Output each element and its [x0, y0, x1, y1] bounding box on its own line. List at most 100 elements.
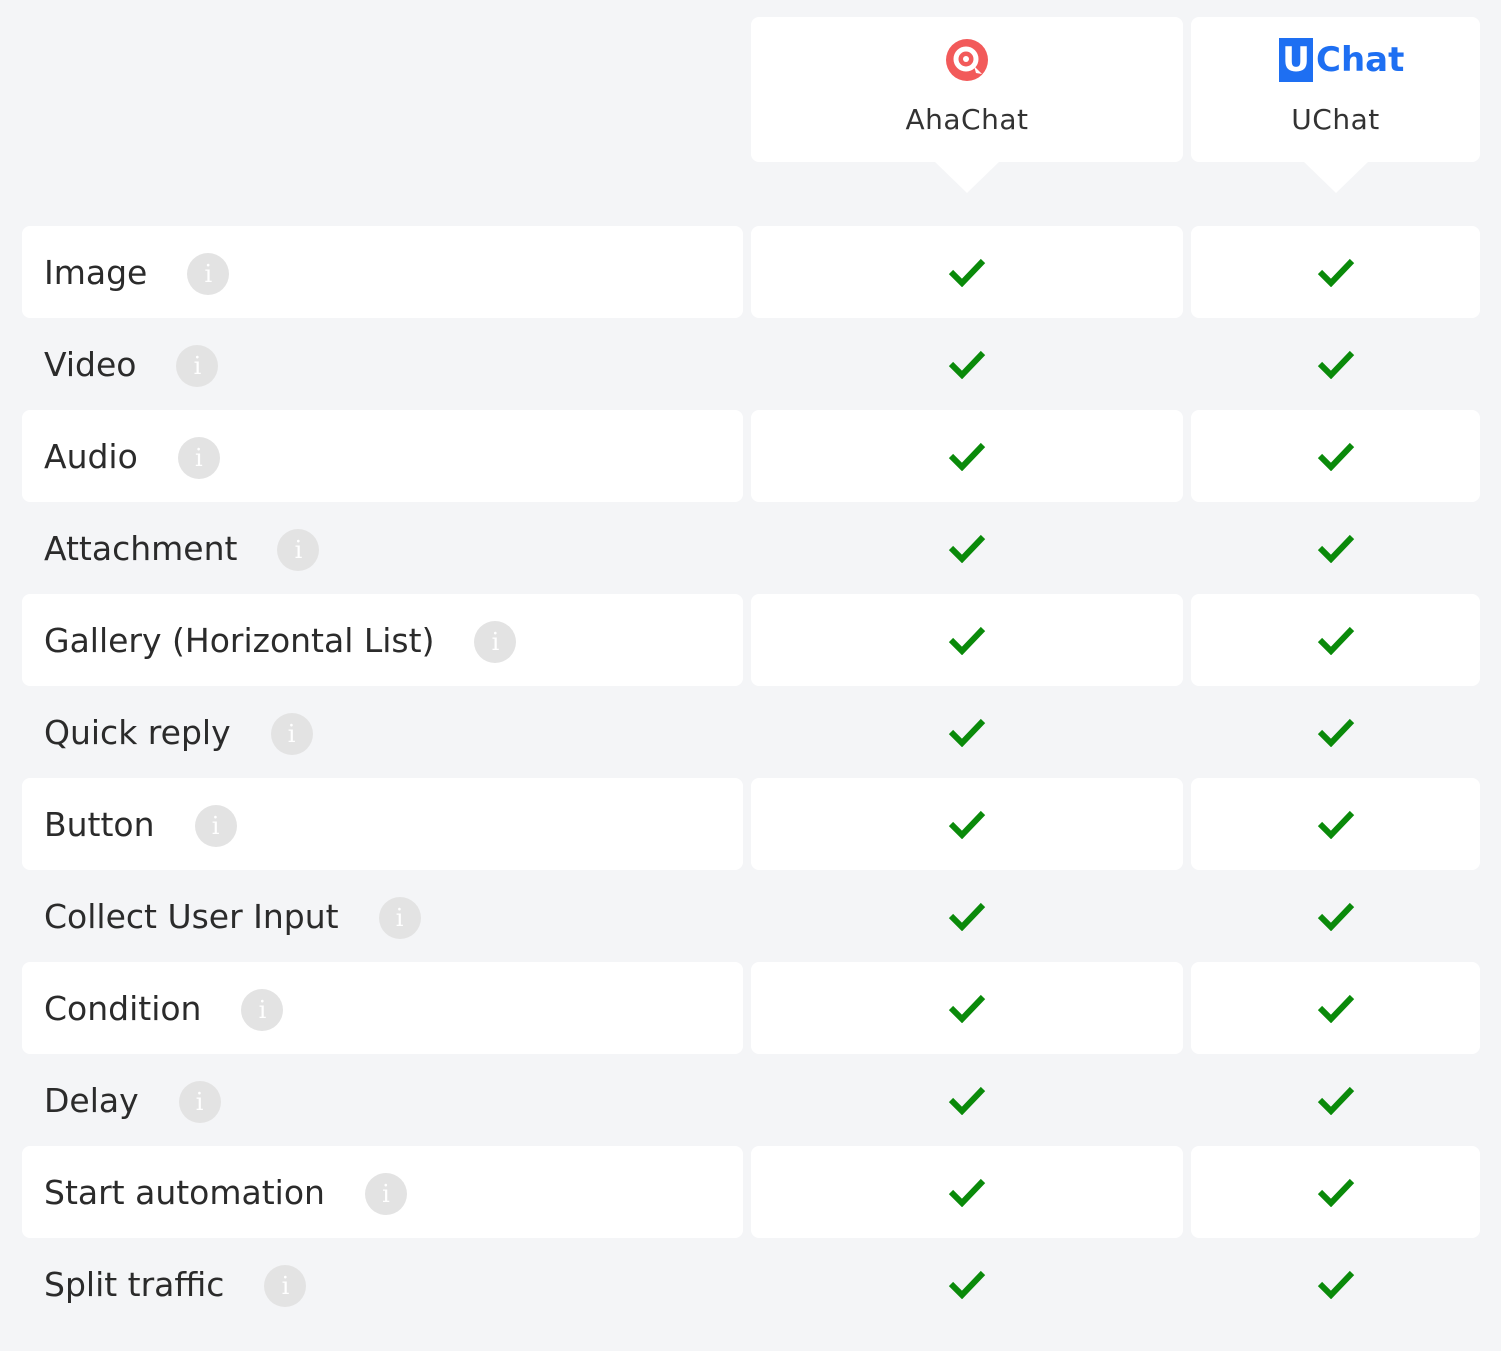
check-icon [948, 902, 986, 931]
check-icon [948, 1270, 986, 1299]
feature-label: Quick reply [44, 712, 231, 752]
table-row: Audio i [0, 410, 1501, 502]
feature-label-cell: Split traffic i [22, 1238, 743, 1330]
feature-label: Collect User Input [44, 896, 339, 936]
product-name-ahachat: AhaChat [905, 103, 1029, 136]
info-icon[interactable]: i [177, 437, 220, 479]
table-row: Split traffic i [0, 1238, 1501, 1330]
feature-label-cell: Quick reply i [22, 686, 743, 778]
check-icon [1317, 350, 1354, 379]
table-row: Collect User Input i [0, 870, 1501, 962]
feature-label: Attachment [44, 528, 238, 568]
ahachat-support-cell [751, 1238, 1183, 1330]
info-icon[interactable]: i [176, 345, 219, 387]
info-icon[interactable]: i [187, 253, 230, 295]
info-icon[interactable]: i [194, 805, 237, 847]
info-icon[interactable]: i [178, 1081, 221, 1123]
ahachat-support-cell [751, 870, 1183, 962]
check-icon [948, 994, 986, 1023]
check-icon [1317, 718, 1354, 747]
check-icon [1317, 1270, 1354, 1299]
info-icon[interactable]: i [364, 1173, 407, 1215]
check-icon [948, 810, 986, 839]
info-icon[interactable]: i [378, 897, 421, 939]
info-icon[interactable]: i [474, 621, 517, 663]
feature-label-cell: Attachment i [22, 502, 743, 594]
check-icon [948, 1178, 986, 1207]
ahachat-support-cell [751, 686, 1183, 778]
uchat-support-cell [1191, 1238, 1480, 1330]
ahachat-support-cell [751, 226, 1183, 318]
uchat-support-cell [1191, 686, 1480, 778]
uchat-support-cell [1191, 778, 1480, 870]
check-icon [948, 534, 986, 563]
check-icon [1317, 994, 1354, 1023]
ahachat-support-cell [751, 594, 1183, 686]
comparison-table: AhaChat U Chat UChat Image i Video i Audio i A… [0, 0, 1501, 1351]
feature-label: Image [44, 252, 148, 292]
check-icon [1317, 626, 1354, 655]
ahachat-support-cell [751, 502, 1183, 594]
check-icon [948, 258, 986, 287]
check-icon [1317, 534, 1354, 563]
feature-label: Audio [44, 436, 138, 476]
feature-label: Condition [44, 988, 202, 1028]
ahachat-support-cell [751, 1054, 1183, 1146]
table-row: Image i [0, 226, 1501, 318]
uchat-logo-letter: U [1279, 38, 1313, 82]
uchat-support-cell [1191, 226, 1480, 318]
product-header-uchat: U Chat UChat [1191, 17, 1480, 193]
check-icon [1317, 1178, 1354, 1207]
check-icon [948, 442, 986, 471]
uchat-support-cell [1191, 1146, 1480, 1238]
table-row: Delay i [0, 1054, 1501, 1146]
feature-label: Gallery (Horizontal List) [44, 620, 435, 660]
feature-label-cell: Button i [22, 778, 743, 870]
info-icon[interactable]: i [264, 1265, 307, 1307]
ahachat-support-cell [751, 1146, 1183, 1238]
feature-label: Button [44, 804, 155, 844]
ahachat-support-cell [751, 778, 1183, 870]
check-icon [1317, 902, 1354, 931]
info-icon[interactable]: i [241, 989, 284, 1031]
uchat-support-cell [1191, 410, 1480, 502]
check-icon [948, 1086, 986, 1115]
check-icon [1317, 442, 1354, 471]
feature-label-cell: Image i [22, 226, 743, 318]
uchat-support-cell [1191, 318, 1480, 410]
feature-label: Split traffic [44, 1264, 225, 1304]
table-row: Attachment i [0, 502, 1501, 594]
feature-label-cell: Delay i [22, 1054, 743, 1146]
table-row: Start automation i [0, 1146, 1501, 1238]
feature-label: Start automation [44, 1172, 325, 1212]
feature-label-cell: Start automation i [22, 1146, 743, 1238]
feature-label: Delay [44, 1080, 139, 1120]
info-icon[interactable]: i [277, 529, 320, 571]
info-icon[interactable]: i [270, 713, 313, 755]
uchat-support-cell [1191, 502, 1480, 594]
uchat-support-cell [1191, 962, 1480, 1054]
feature-label-cell: Collect User Input i [22, 870, 743, 962]
feature-label-cell: Condition i [22, 962, 743, 1054]
product-header-ahachat: AhaChat [751, 17, 1183, 193]
ahachat-support-cell [751, 318, 1183, 410]
table-row: Condition i [0, 962, 1501, 1054]
check-icon [948, 350, 986, 379]
ahachat-support-cell [751, 962, 1183, 1054]
feature-label-cell: Gallery (Horizontal List) i [22, 594, 743, 686]
check-icon [948, 626, 986, 655]
product-name-uchat: UChat [1291, 103, 1380, 136]
table-row: Quick reply i [0, 686, 1501, 778]
check-icon [1317, 810, 1354, 839]
uchat-logo-icon: U Chat [1279, 38, 1404, 82]
uchat-support-cell [1191, 1054, 1480, 1146]
uchat-support-cell [1191, 870, 1480, 962]
ahachat-logo-icon [946, 39, 988, 81]
check-icon [948, 718, 986, 747]
table-row: Button i [0, 778, 1501, 870]
table-row: Video i [0, 318, 1501, 410]
feature-label: Video [44, 344, 137, 384]
check-icon [1317, 258, 1354, 287]
feature-label-cell: Video i [22, 318, 743, 410]
table-row: Gallery (Horizontal List) i [0, 594, 1501, 686]
